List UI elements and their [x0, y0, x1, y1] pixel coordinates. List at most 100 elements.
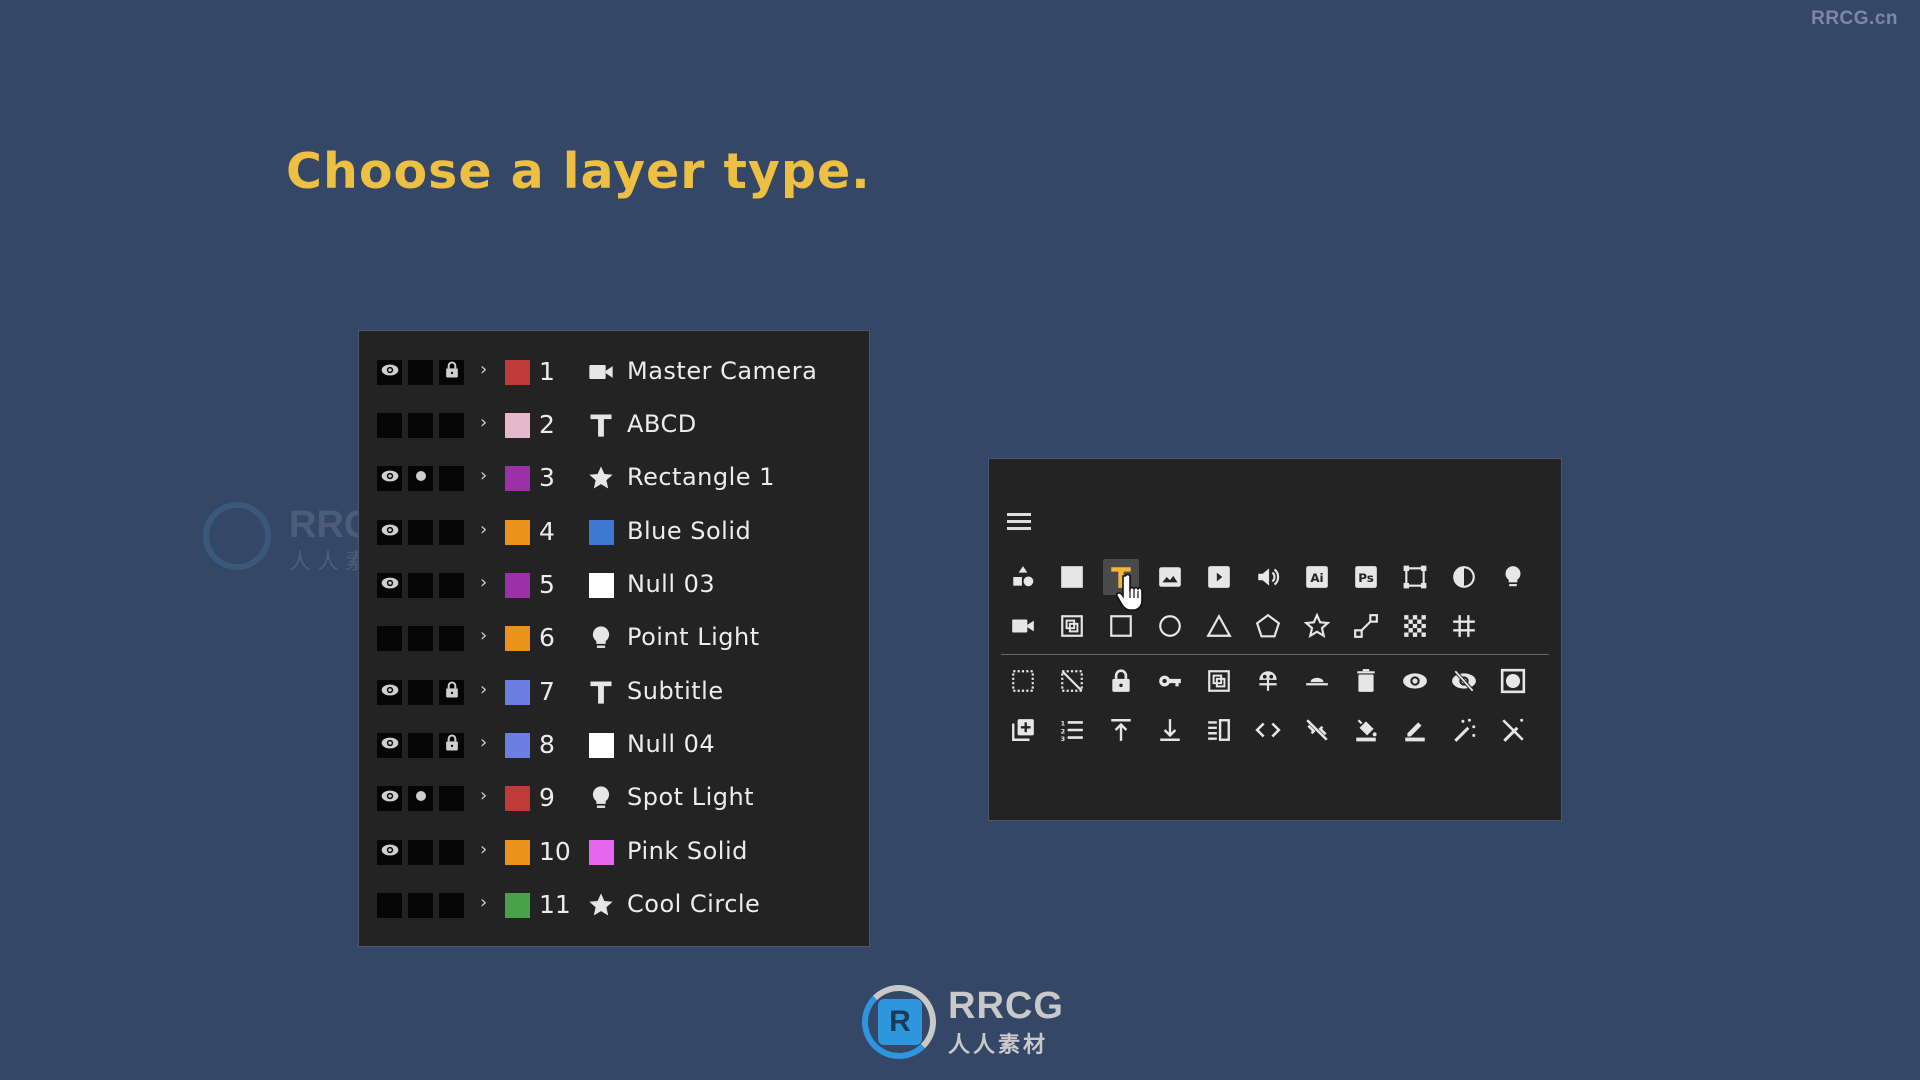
lock-toggle[interactable]	[439, 732, 464, 758]
eye-off-icon[interactable]	[1446, 663, 1482, 699]
expand-chevron-icon[interactable]: ›	[480, 412, 487, 433]
layer-row[interactable]: › 5 Null 03	[359, 565, 869, 605]
solo-toggle[interactable]	[408, 839, 433, 865]
fill-icon[interactable]	[1348, 712, 1384, 748]
solo-toggle[interactable]	[408, 412, 433, 438]
duplicate-icon[interactable]	[1005, 712, 1041, 748]
camera-icon[interactable]	[1005, 608, 1041, 644]
expand-chevron-icon[interactable]: ›	[480, 625, 487, 646]
layer-name[interactable]: Null 04	[627, 730, 715, 758]
shapes-icon[interactable]	[1005, 559, 1041, 595]
expand-chevron-icon[interactable]: ›	[480, 572, 487, 593]
layer-name[interactable]: Rectangle 1	[627, 463, 775, 491]
layer-row[interactable]: › 2 ABCD	[359, 405, 869, 445]
grid-icon[interactable]	[1446, 608, 1482, 644]
unlink-icon[interactable]	[1299, 712, 1335, 748]
solo-toggle[interactable]	[408, 732, 433, 758]
lock-toggle[interactable]	[439, 412, 464, 438]
label-color-swatch[interactable]	[505, 892, 530, 918]
solo-toggle[interactable]	[408, 359, 433, 385]
layer-name[interactable]: Pink Solid	[627, 837, 748, 865]
solo-toggle[interactable]	[408, 625, 433, 651]
adjustment-icon[interactable]	[1446, 559, 1482, 595]
trash-icon[interactable]	[1348, 663, 1384, 699]
layer-name[interactable]: ABCD	[627, 410, 697, 438]
video-icon[interactable]	[1201, 559, 1237, 595]
magic-wand-icon[interactable]	[1446, 712, 1482, 748]
layer-name[interactable]: Blue Solid	[627, 517, 751, 545]
layer-row[interactable]: › 10 Pink Solid	[359, 832, 869, 872]
path-icon[interactable]	[1348, 608, 1384, 644]
visibility-toggle[interactable]	[377, 785, 402, 811]
visibility-toggle[interactable]	[377, 519, 402, 545]
align-icon[interactable]	[1201, 712, 1237, 748]
layer-name[interactable]: Subtitle	[627, 677, 724, 705]
solo-toggle[interactable]	[408, 465, 433, 491]
lock-toggle[interactable]	[439, 892, 464, 918]
lock-toggle[interactable]	[439, 625, 464, 651]
selection-icon[interactable]	[1005, 663, 1041, 699]
numbered-list-icon[interactable]: 123	[1054, 712, 1090, 748]
visibility-toggle[interactable]	[377, 625, 402, 651]
layer-name[interactable]: Point Light	[627, 623, 760, 651]
expand-chevron-icon[interactable]: ›	[480, 359, 487, 380]
label-color-swatch[interactable]	[505, 412, 530, 438]
label-color-swatch[interactable]	[505, 465, 530, 491]
label-color-swatch[interactable]	[505, 732, 530, 758]
precomp-icon[interactable]	[1054, 608, 1090, 644]
eye-icon[interactable]	[1397, 663, 1433, 699]
lock-toggle[interactable]	[439, 839, 464, 865]
remove-effects-icon[interactable]	[1495, 712, 1531, 748]
visibility-toggle[interactable]	[377, 839, 402, 865]
mask-icon[interactable]	[1495, 663, 1531, 699]
label-color-swatch[interactable]	[505, 572, 530, 598]
pentagon-icon[interactable]	[1250, 608, 1286, 644]
image-icon[interactable]	[1152, 559, 1188, 595]
parent-icon[interactable]	[1250, 663, 1286, 699]
solo-toggle[interactable]	[408, 572, 433, 598]
lock-toggle[interactable]	[439, 572, 464, 598]
expand-chevron-icon[interactable]: ›	[480, 785, 487, 806]
expand-chevron-icon[interactable]: ›	[480, 519, 487, 540]
expand-chevron-icon[interactable]: ›	[480, 839, 487, 860]
solid-layer-icon[interactable]	[1054, 559, 1090, 595]
expand-chevron-icon[interactable]: ›	[480, 465, 487, 486]
lock-toggle[interactable]	[439, 679, 464, 705]
layer-row[interactable]: › 7 Subtitle	[359, 672, 869, 712]
triangle-icon[interactable]	[1201, 608, 1237, 644]
layer-row[interactable]: › 11 Cool Circle	[359, 885, 869, 925]
solo-toggle[interactable]	[408, 679, 433, 705]
layer-row[interactable]: › 4 Blue Solid	[359, 512, 869, 552]
audio-icon[interactable]	[1250, 559, 1286, 595]
visibility-toggle[interactable]	[377, 465, 402, 491]
solo-toggle[interactable]	[408, 519, 433, 545]
layer-name[interactable]: Cool Circle	[627, 890, 760, 918]
layer-name[interactable]: Master Camera	[627, 357, 817, 385]
solo-toggle[interactable]	[408, 892, 433, 918]
light-icon[interactable]	[1495, 559, 1531, 595]
solo-toggle[interactable]	[408, 785, 433, 811]
lock-toggle[interactable]	[439, 359, 464, 385]
lock-toggle[interactable]	[439, 785, 464, 811]
rectangle-icon[interactable]	[1103, 608, 1139, 644]
expand-chevron-icon[interactable]: ›	[480, 892, 487, 913]
ellipse-icon[interactable]	[1152, 608, 1188, 644]
layer-row[interactable]: › 3 Rectangle 1	[359, 458, 869, 498]
hamburger-menu-icon[interactable]	[1007, 513, 1031, 531]
text-layer-icon[interactable]	[1103, 559, 1139, 595]
stroke-icon[interactable]	[1397, 712, 1433, 748]
horizon-icon[interactable]	[1299, 663, 1335, 699]
expand-chevron-icon[interactable]: ›	[480, 732, 487, 753]
lock-toggle[interactable]	[439, 465, 464, 491]
expand-chevron-icon[interactable]: ›	[480, 679, 487, 700]
layer-row[interactable]: › 6 Point Light	[359, 618, 869, 658]
visibility-toggle[interactable]	[377, 359, 402, 385]
transform-box-icon[interactable]	[1397, 559, 1433, 595]
lock-toggle[interactable]	[439, 519, 464, 545]
move-to-top-icon[interactable]	[1103, 712, 1139, 748]
transparency-grid-icon[interactable]	[1397, 608, 1433, 644]
label-color-swatch[interactable]	[505, 625, 530, 651]
label-color-swatch[interactable]	[505, 785, 530, 811]
visibility-toggle[interactable]	[377, 679, 402, 705]
layer-row[interactable]: › 9 Spot Light	[359, 778, 869, 818]
